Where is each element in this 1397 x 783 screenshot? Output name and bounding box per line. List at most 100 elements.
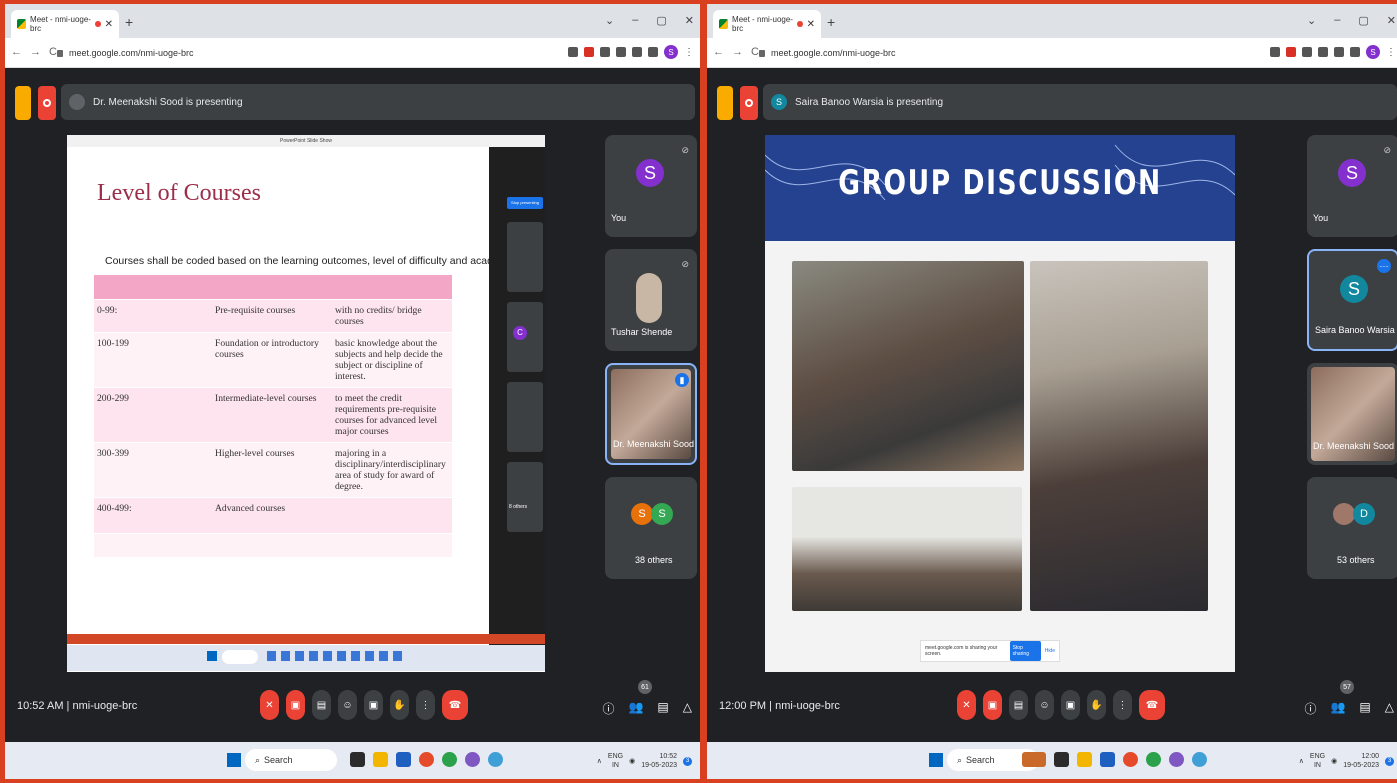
stop-sharing-button[interactable]: Stop sharing bbox=[1009, 641, 1041, 661]
new-tab-icon[interactable]: + bbox=[125, 14, 133, 30]
participant-tile[interactable]: ⋯ S Saira Banoo Warsia bbox=[1307, 249, 1397, 351]
chevron-up-icon[interactable]: ∧ bbox=[1299, 757, 1304, 765]
record-icon[interactable] bbox=[38, 86, 56, 120]
activities-icon[interactable]: △ bbox=[683, 700, 692, 717]
browser-tab[interactable]: Meet - nmi-uoge-brc ✕ bbox=[713, 10, 821, 38]
captions-button[interactable]: ▤ bbox=[1009, 690, 1028, 720]
emoji-button[interactable]: ☺ bbox=[1035, 690, 1054, 720]
app-icon[interactable] bbox=[396, 752, 411, 767]
participant-tile-others[interactable]: D 53 others bbox=[1307, 477, 1397, 579]
share-icon[interactable] bbox=[1302, 47, 1312, 57]
maximize-icon[interactable]: ▢ bbox=[1358, 14, 1368, 27]
app-icon[interactable] bbox=[1192, 752, 1207, 767]
app-icon[interactable] bbox=[1100, 752, 1115, 767]
taskbar-search[interactable]: ⌕ Search bbox=[245, 749, 337, 771]
wifi-icon[interactable]: ◉ bbox=[629, 757, 635, 765]
chevron-down-icon[interactable]: ⌄ bbox=[1307, 14, 1316, 27]
url-field[interactable]: meet.google.com/nmi-uoge-brc bbox=[57, 44, 194, 62]
language-indicator[interactable]: ENG IN bbox=[608, 752, 623, 770]
reload-icon[interactable]: C bbox=[751, 46, 759, 58]
present-button[interactable]: ▣ bbox=[364, 690, 383, 720]
emoji-button[interactable]: ☺ bbox=[338, 690, 357, 720]
folder-icon[interactable] bbox=[373, 752, 388, 767]
forward-icon[interactable]: → bbox=[30, 46, 41, 58]
profile-avatar[interactable]: S bbox=[664, 45, 678, 59]
back-icon[interactable]: ← bbox=[713, 46, 724, 58]
chevron-down-icon[interactable]: ⌄ bbox=[605, 14, 614, 27]
camera-toggle-button[interactable]: ▣ bbox=[983, 690, 1002, 720]
camera-icon[interactable] bbox=[1270, 47, 1280, 57]
puzzle-icon[interactable] bbox=[1334, 47, 1344, 57]
hide-link[interactable]: Hide bbox=[1045, 648, 1055, 654]
minimize-icon[interactable]: – bbox=[1334, 14, 1340, 27]
activities-icon[interactable]: △ bbox=[1385, 700, 1394, 717]
chrome-icon[interactable] bbox=[1123, 752, 1138, 767]
captions-button[interactable]: ▤ bbox=[312, 690, 331, 720]
end-call-button[interactable]: ☎ bbox=[442, 690, 468, 720]
wifi-icon[interactable]: ◉ bbox=[1331, 757, 1337, 765]
inner-stop-button[interactable]: Stop presenting bbox=[507, 197, 543, 209]
url-field[interactable]: meet.google.com/nmi-uoge-brc bbox=[759, 44, 896, 62]
raise-hand-button[interactable]: ✋ bbox=[390, 690, 409, 720]
windows-start-icon[interactable] bbox=[929, 753, 943, 767]
chevron-up-icon[interactable]: ∧ bbox=[597, 757, 602, 765]
mic-toggle-button[interactable]: ✕ bbox=[957, 690, 976, 720]
menu-dots-icon[interactable]: ⋮ bbox=[1386, 47, 1396, 58]
sidebar-icon[interactable] bbox=[648, 47, 658, 57]
close-tab-icon[interactable]: ✕ bbox=[807, 19, 815, 30]
activity-badge-icon[interactable] bbox=[717, 86, 733, 120]
extension-icon[interactable] bbox=[584, 47, 594, 57]
close-icon[interactable]: ✕ bbox=[685, 14, 694, 27]
star-icon[interactable] bbox=[616, 47, 626, 57]
notification-badge[interactable]: 3 bbox=[683, 756, 692, 766]
profile-avatar[interactable]: S bbox=[1366, 45, 1380, 59]
present-button[interactable]: ▣ bbox=[1061, 690, 1080, 720]
participant-tile[interactable]: ⊘ Tushar Shende bbox=[605, 249, 697, 351]
people-icon[interactable]: 👥 bbox=[1330, 700, 1345, 717]
camera-icon[interactable] bbox=[568, 47, 578, 57]
chrome-icon[interactable] bbox=[465, 752, 480, 767]
chat-icon[interactable]: ▤ bbox=[1359, 700, 1370, 717]
participant-tile-others[interactable]: S S 38 others bbox=[605, 477, 697, 579]
chat-icon[interactable]: ▤ bbox=[657, 700, 668, 717]
maximize-icon[interactable]: ▢ bbox=[656, 14, 666, 27]
people-icon[interactable]: 👥 bbox=[628, 700, 643, 717]
app-icon[interactable] bbox=[1054, 752, 1069, 767]
more-options-button[interactable]: ⋮ bbox=[416, 690, 435, 720]
notification-badge[interactable]: 3 bbox=[1385, 756, 1394, 766]
app-icon[interactable] bbox=[488, 752, 503, 767]
star-icon[interactable] bbox=[1318, 47, 1328, 57]
chrome-icon[interactable] bbox=[442, 752, 457, 767]
folder-icon[interactable] bbox=[1077, 752, 1092, 767]
extension-icon[interactable] bbox=[1286, 47, 1296, 57]
sidebar-icon[interactable] bbox=[1350, 47, 1360, 57]
chrome-icon[interactable] bbox=[1146, 752, 1161, 767]
share-icon[interactable] bbox=[600, 47, 610, 57]
more-options-button[interactable]: ⋮ bbox=[1113, 690, 1132, 720]
tray-clock[interactable]: 10:52 19-05-2023 bbox=[641, 752, 677, 770]
reload-icon[interactable]: C bbox=[49, 46, 57, 58]
chrome-icon[interactable] bbox=[1169, 752, 1184, 767]
end-call-button[interactable]: ☎ bbox=[1139, 690, 1165, 720]
close-icon[interactable]: ✕ bbox=[1387, 14, 1396, 27]
back-icon[interactable]: ← bbox=[11, 46, 22, 58]
camera-toggle-button[interactable]: ▣ bbox=[286, 690, 305, 720]
tray-clock[interactable]: 12:00 19-05-2023 bbox=[1343, 752, 1379, 770]
close-tab-icon[interactable]: ✕ bbox=[105, 19, 113, 30]
participant-tile[interactable]: Dr. Meenakshi Sood bbox=[1307, 363, 1397, 465]
windows-start-icon[interactable] bbox=[227, 753, 241, 767]
menu-dots-icon[interactable]: ⋮ bbox=[684, 47, 694, 58]
raise-hand-button[interactable]: ✋ bbox=[1087, 690, 1106, 720]
puzzle-icon[interactable] bbox=[632, 47, 642, 57]
browser-tab[interactable]: Meet - nmi-uoge-brc ✕ bbox=[11, 10, 119, 38]
more-options-icon[interactable]: ⋯ bbox=[1377, 259, 1391, 273]
participant-tile-you[interactable]: ⊘ S You bbox=[1307, 135, 1397, 237]
language-indicator[interactable]: ENG IN bbox=[1310, 752, 1325, 770]
app-icon[interactable] bbox=[350, 752, 365, 767]
activity-badge-icon[interactable] bbox=[15, 86, 31, 120]
mic-toggle-button[interactable]: ✕ bbox=[260, 690, 279, 720]
minimize-icon[interactable]: – bbox=[632, 14, 638, 27]
participant-tile-you[interactable]: ⊘ S You bbox=[605, 135, 697, 237]
record-icon[interactable] bbox=[740, 86, 758, 120]
new-tab-icon[interactable]: + bbox=[827, 14, 835, 30]
